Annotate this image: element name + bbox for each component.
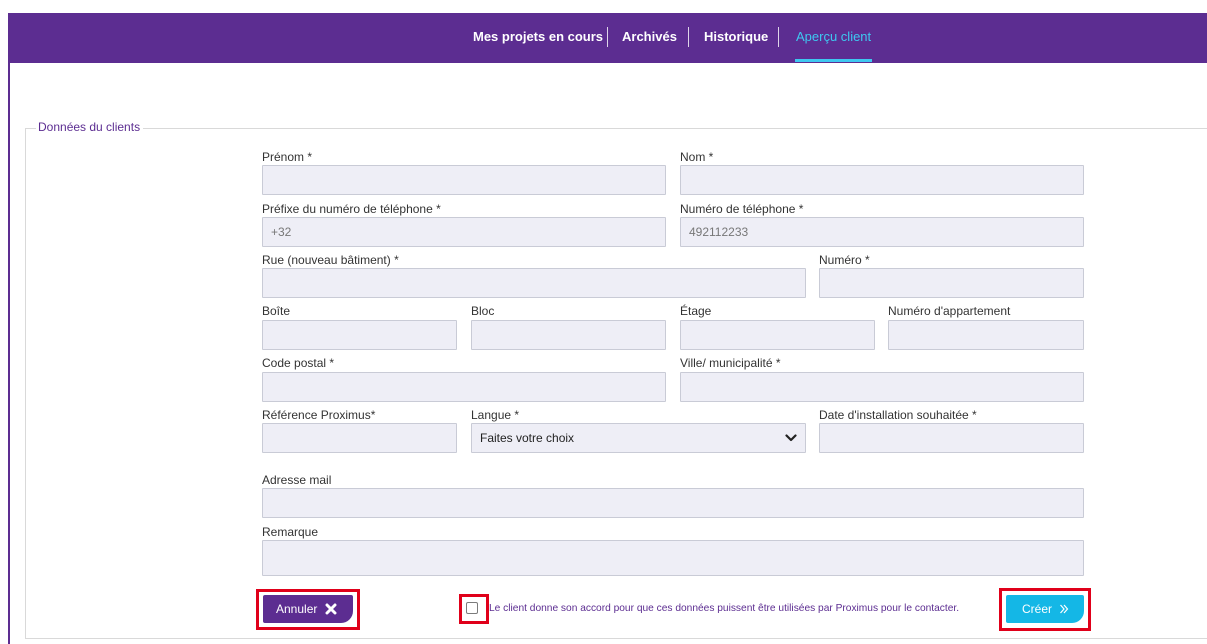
appartement-label: Numéro d'appartement: [888, 304, 1011, 318]
nom-field[interactable]: [680, 165, 1084, 195]
main-nav: Mes projets en cours Archivés Historique…: [8, 13, 1207, 63]
code-postal-label: Code postal *: [262, 356, 335, 370]
chevron-down-icon: [785, 434, 797, 442]
nav-tab-apercu-client-label: Aperçu client: [796, 29, 872, 44]
fieldset-border-top: [25, 128, 36, 129]
nom-label: Nom *: [680, 150, 714, 164]
nav-tab-archives[interactable]: Archivés: [622, 29, 677, 45]
phone-prefix-label: Préfixe du numéro de téléphone *: [262, 202, 441, 216]
numero-field[interactable]: [819, 268, 1084, 298]
content-left-border: [8, 63, 10, 644]
boite-label: Boîte: [262, 304, 291, 318]
appartement-field[interactable]: [888, 320, 1084, 350]
highlight-box-checkbox: [459, 594, 489, 624]
top-navigation-bar: Mes projets en cours Archivés Historique…: [8, 13, 1207, 63]
nav-separator: [778, 27, 779, 47]
fieldset-border-top: [142, 128, 1207, 129]
code-postal-field[interactable]: [262, 372, 666, 402]
nav-tab-apercu-client[interactable]: Aperçu client: [795, 29, 873, 62]
date-field[interactable]: [819, 423, 1084, 453]
bloc-field[interactable]: [471, 320, 666, 350]
etage-field[interactable]: [680, 320, 875, 350]
phone-label: Numéro de téléphone *: [680, 202, 804, 216]
bloc-label: Bloc: [471, 304, 495, 318]
fieldset-legend: Données du clients: [38, 120, 144, 135]
rue-label: Rue (nouveau bâtiment) *: [262, 253, 399, 267]
date-label: Date d'installation souhaitée *: [819, 408, 977, 422]
nav-tab-mes-projets[interactable]: Mes projets en cours: [473, 29, 603, 45]
fieldset-border-left: [25, 128, 26, 638]
mail-label: Adresse mail: [262, 473, 332, 487]
highlight-box-cancel: [256, 589, 360, 630]
langue-label: Langue *: [471, 408, 520, 422]
boite-field[interactable]: [262, 320, 457, 350]
phone-prefix-field[interactable]: +32: [262, 217, 666, 247]
highlight-box-create: [999, 588, 1091, 631]
rue-field[interactable]: [262, 268, 806, 298]
remarque-field[interactable]: [262, 540, 1084, 576]
fieldset-border-bottom: [25, 638, 1207, 639]
mail-field[interactable]: [262, 488, 1084, 518]
prenom-label: Prénom *: [262, 150, 313, 164]
phone-field[interactable]: 492112233: [680, 217, 1084, 247]
reference-field[interactable]: [262, 423, 457, 453]
prenom-field[interactable]: [262, 165, 666, 195]
numero-label: Numéro *: [819, 253, 870, 267]
ville-field[interactable]: [680, 372, 1084, 402]
nav-separator: [688, 27, 689, 47]
etage-label: Étage: [680, 304, 712, 318]
ville-label: Ville/ municipalité *: [680, 356, 781, 370]
active-tab-underline: [795, 59, 873, 62]
langue-select[interactable]: Faites votre choix: [471, 423, 806, 453]
nav-tab-historique[interactable]: Historique: [704, 29, 768, 45]
nav-separator: [607, 27, 608, 47]
consent-text: Le client donne son accord pour que ces …: [489, 603, 960, 614]
remarque-label: Remarque: [262, 525, 319, 539]
langue-selected-value: Faites votre choix: [480, 431, 575, 445]
reference-label: Référence Proximus*: [262, 408, 376, 422]
